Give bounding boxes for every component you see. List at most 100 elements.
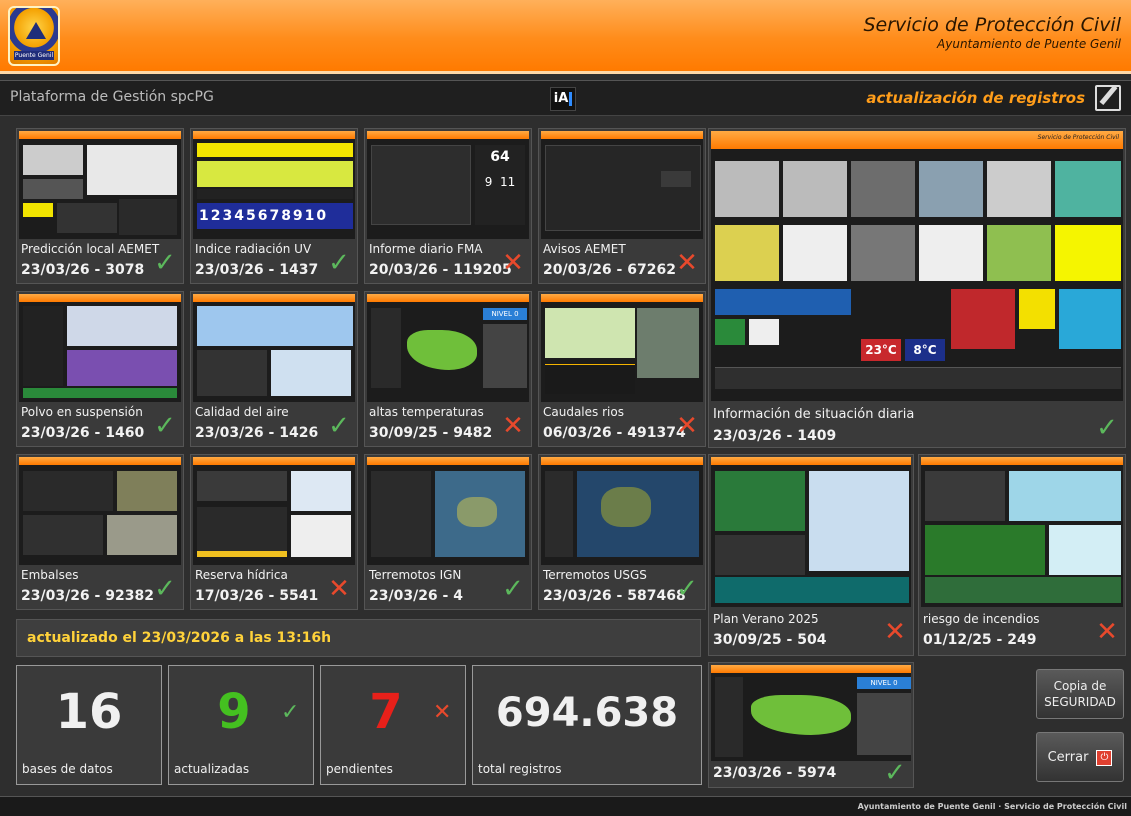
check-icon: ✓ [154,411,176,441]
tile-label: riesgo de incendios [923,612,1040,626]
thumbnail [193,294,355,402]
tile-value: 30/09/25 - 504 [713,632,827,648]
tile-value: 20/03/26 - 67262 [543,262,676,278]
last-update-banner: actualizado el 23/03/2026 a las 13:16h [16,619,701,657]
stat-value: 694.638 [495,690,679,736]
header-title-block: Servicio de Protección Civil Ayuntamient… [863,14,1121,51]
tile-label: Embalses [21,568,79,582]
tile-label: Indice radiación UV [195,242,312,256]
tile-value: 30/09/25 - 9482 [369,425,493,441]
tile-situacion-diaria[interactable]: Servicio de Protección Civil 23°C 8°C In… [708,128,1126,448]
fma-number: 64 [490,149,510,165]
backup-button[interactable]: Copia de SEGURIDAD [1036,669,1124,719]
temp-max: 23°C [861,339,901,361]
tile-calidad-aire[interactable]: Calidad del aire 23/03/26 - 1426 ✓ [190,291,358,447]
tile-value: 23/03/26 - 4 [369,588,463,604]
toolbar: Plataforma de Gestión spcPG iA actualiza… [0,80,1131,116]
tile-value: 06/03/26 - 491374 [543,425,686,441]
tile-value: 23/03/26 - 92382 [21,588,154,604]
thumbnail [541,457,703,565]
tile-label: Avisos AEMET [543,242,626,256]
nivel-badge: NIVEL 0 [483,308,527,320]
cross-icon: ✕ [676,248,698,278]
proteccion-civil-logo: Puente Genil [8,6,60,66]
thumbnail [541,294,703,402]
nivel-badge: NIVEL 0 [857,677,911,689]
tile-value: 20/03/26 - 119205 [369,262,512,278]
tile-prediccion-aemet[interactable]: Predicción local AEMET 23/03/26 - 3078 ✓ [16,128,184,284]
stat-label: actualizadas [174,762,250,776]
update-records-link[interactable]: actualización de registros [866,89,1085,107]
check-icon: ✓ [154,574,176,604]
thumbnail [19,294,181,402]
tile-informe-fma[interactable]: 64 9 11 Informe diario FMA 20/03/26 - 11… [364,128,532,284]
header-subtitle: Ayuntamiento de Puente Genil [937,37,1121,51]
check-icon: ✓ [502,574,524,604]
tile-polvo-suspension[interactable]: Polvo en suspensión 23/03/26 - 1460 ✓ [16,291,184,447]
stat-value: 7 [369,684,403,740]
thumbnail [541,131,703,239]
tile-altas-temperaturas[interactable]: NIVEL 0 altas temperaturas 30/09/25 - 94… [364,291,532,447]
thumbnail: 64 9 11 [367,131,529,239]
thumbnail [19,131,181,239]
stat-label: bases de datos [22,762,113,776]
check-icon: ✓ [328,248,350,278]
fma-a: 9 [484,175,493,189]
tile-label: altas temperaturas [369,405,484,419]
tile-label: Información de situación diaria [713,407,915,422]
app-header: Puente Genil Servicio de Protección Civi… [0,0,1131,74]
power-icon: ⏻ [1096,749,1113,766]
tile-terremotos-ign[interactable]: Terremotos IGN 23/03/26 - 4 ✓ [364,454,532,610]
close-button[interactable]: Cerrar ⏻ [1036,732,1124,782]
check-icon: ✓ [154,248,176,278]
tile-value: 23/03/26 - 3078 [21,262,145,278]
ia-label: iA [553,91,569,106]
tile-value: 01/12/25 - 249 [923,632,1037,648]
tile-value: 17/03/26 - 5541 [195,588,319,604]
header-title: Servicio de Protección Civil [863,14,1121,36]
thumbnail: Servicio de Protección Civil 23°C 8°C [711,131,1123,401]
check-icon: ✓ [676,574,698,604]
tile-riesgo-incendios[interactable]: riesgo de incendios 01/12/25 - 249 ✕ [918,454,1126,656]
tile-temperaturas-mapa[interactable]: NIVEL 0 23/03/26 - 5974 ✓ [708,662,914,788]
stat-updated: 9 ✓ actualizadas [168,665,314,785]
check-icon: ✓ [281,700,300,725]
thumbnail [367,457,529,565]
tile-label: Predicción local AEMET [21,242,160,256]
cross-icon: ✕ [328,574,350,604]
uv-index-strip: 12345678910 [197,203,353,229]
edit-icon[interactable] [1095,85,1121,111]
stat-label: pendientes [326,762,393,776]
ia-button[interactable]: iA [550,87,576,111]
tile-label: Terremotos USGS [543,568,647,582]
cross-icon: ✕ [1096,617,1118,647]
tile-caudales-rios[interactable]: Caudales rios 06/03/26 - 491374 ✕ [538,291,706,447]
fma-b: 11 [500,175,516,189]
tile-terremotos-usgs[interactable]: Terremotos USGS 23/03/26 - 587468 ✓ [538,454,706,610]
tile-plan-verano[interactable]: Plan Verano 2025 30/09/25 - 504 ✕ [708,454,914,656]
tile-embalses[interactable]: Embalses 23/03/26 - 92382 ✓ [16,454,184,610]
cross-icon: ✕ [884,617,906,647]
tile-radiacion-uv[interactable]: 12345678910 Indice radiación UV 23/03/26… [190,128,358,284]
thumb-title: Servicio de Protección Civil [1037,134,1119,141]
stat-total: 694.638 total registros [472,665,702,785]
thumbnail: 12345678910 [193,131,355,239]
check-icon: ✓ [328,411,350,441]
tile-value: 23/03/26 - 5974 [713,765,837,781]
cross-icon: ✕ [502,411,524,441]
tile-label: Calidad del aire [195,405,289,419]
tile-value: 23/03/26 - 1426 [195,425,319,441]
tile-label: Terremotos IGN [369,568,462,582]
tile-value: 23/03/26 - 1460 [21,425,145,441]
tile-value: 23/03/26 - 1437 [195,262,319,278]
logo-band-text: Puente Genil [14,51,54,60]
stat-pending: 7 ✕ pendientes [320,665,466,785]
stat-value: 16 [55,684,123,740]
tile-value: 23/03/26 - 1409 [713,428,837,444]
footer: Ayuntamiento de Puente Genil · Servicio … [0,796,1131,816]
tile-reserva-hidrica[interactable]: Reserva hídrica 17/03/26 - 5541 ✕ [190,454,358,610]
thumbnail: NIVEL 0 [367,294,529,402]
tile-avisos-aemet[interactable]: Avisos AEMET 20/03/26 - 67262 ✕ [538,128,706,284]
thumbnail [19,457,181,565]
tile-value: 23/03/26 - 587468 [543,588,686,604]
